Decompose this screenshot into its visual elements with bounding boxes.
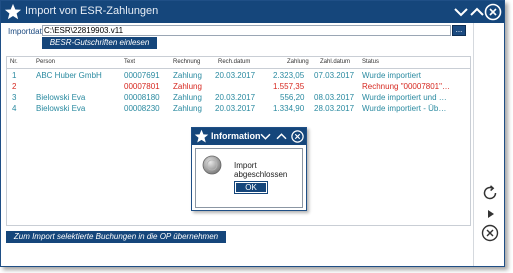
cell-zahldatum: 28.03.2017: [314, 104, 355, 113]
col-person: Person: [36, 59, 56, 65]
dialog-maximize-button[interactable]: [274, 129, 289, 144]
transfer-to-op-button[interactable]: Zum Import selektierte Buchungen in die …: [6, 231, 226, 243]
col-rechdatum: Rech.datum: [218, 59, 251, 65]
information-dialog: Information Import abgeschlossen OK: [191, 127, 307, 211]
cell-text: 00007691: [124, 71, 160, 80]
star-icon: [194, 129, 209, 143]
info-icon: [202, 155, 222, 175]
chevron-up-icon: [276, 133, 287, 140]
chevron-down-icon: [260, 133, 271, 140]
col-zahldatum: Zahl.datum: [320, 59, 351, 65]
cell-rechdatum: 20.03.2017: [215, 93, 256, 102]
window-title: Import von ESR-Zahlungen: [25, 5, 159, 17]
cell-status: Rechnung "00007801"…: [362, 82, 450, 91]
table-row[interactable]: 4 Bielowski Eva 00008230 Zahlung 20.03.2…: [7, 103, 470, 114]
refresh-icon: [483, 185, 497, 200]
cell-text: 00008180: [124, 93, 160, 102]
table-row[interactable]: 2 00007801 Zahlung 1.557,35 Rechnung "00…: [7, 81, 470, 92]
cell-nr: 2: [12, 82, 17, 91]
col-nr: Nr.: [10, 59, 18, 65]
table-header: Nr. Person Text Rechnung Rech.datum Zahl…: [7, 57, 470, 69]
browse-button[interactable]: ...: [452, 25, 466, 36]
dialog-body: Import abgeschlossen OK: [195, 148, 303, 208]
close-icon: [481, 224, 499, 242]
cell-zahlung: 2.323,05: [273, 71, 305, 80]
cell-rechnung: Zahlung: [173, 104, 202, 113]
col-zahlung: Zahlung: [287, 59, 309, 65]
cell-rechdatum: 20.03.2017: [215, 71, 256, 80]
ok-button[interactable]: OK: [234, 181, 268, 194]
cell-person: Bielowski Eva: [36, 104, 86, 113]
side-toolbar: [473, 23, 504, 266]
cell-person: ABC Huber GmbH: [36, 71, 102, 80]
cell-status: Wurde importiert und …: [362, 93, 447, 102]
play-icon: [488, 210, 494, 218]
table-row[interactable]: 1 ABC Huber GmbH 00007691 Zahlung 20.03.…: [7, 70, 470, 81]
import-file-label: Importdat: [8, 27, 42, 36]
refresh-button[interactable]: [480, 183, 500, 203]
col-status: Status: [362, 59, 380, 65]
cell-person: Bielowski Eva: [36, 93, 86, 102]
cell-nr: 4: [12, 104, 17, 113]
dialog-message: Import abgeschlossen: [234, 161, 288, 179]
cell-zahldatum: 08.03.2017: [314, 93, 355, 102]
import-file-input[interactable]: C:\ESR\22819903.v11: [42, 25, 451, 36]
dialog-minimize-button[interactable]: [258, 129, 273, 144]
cell-status: Wurde importiert - Üb…: [362, 104, 447, 113]
cell-rechnung: Zahlung: [173, 93, 202, 102]
titlebar: Import von ESR-Zahlungen: [1, 1, 504, 23]
close-button[interactable]: [483, 2, 503, 22]
cell-text: 00008230: [124, 104, 160, 113]
table-row[interactable]: 3 Bielowski Eva 00008180 Zahlung 20.03.2…: [7, 92, 470, 103]
cell-zahlung: 1.557,35: [273, 82, 305, 91]
cell-zahlung: 556,20: [280, 93, 305, 102]
cell-rechdatum: 20.03.2017: [215, 104, 256, 113]
star-icon: [4, 3, 22, 20]
cell-nr: 3: [12, 93, 17, 102]
play-button[interactable]: [480, 204, 500, 224]
dialog-title: Information: [211, 131, 261, 141]
cell-rechnung: Zahlung: [173, 82, 202, 91]
besr-read-button[interactable]: BESR-Gutschriften einlesen: [42, 37, 157, 49]
cell-status: Wurde importiert: [362, 71, 421, 80]
cell-text: 00007801: [124, 82, 160, 91]
cell-zahlung: 1.334,90: [273, 104, 305, 113]
close-icon: [291, 130, 304, 143]
col-rechnung: Rechnung: [173, 59, 201, 65]
dialog-close-button[interactable]: [290, 129, 305, 144]
cell-zahldatum: 07.03.2017: [314, 71, 355, 80]
cancel-button[interactable]: [480, 223, 500, 243]
col-text: Text: [124, 59, 136, 65]
close-icon: [484, 3, 502, 21]
dialog-titlebar: Information: [192, 128, 306, 145]
cell-rechnung: Zahlung: [173, 71, 202, 80]
cell-nr: 1: [12, 71, 17, 80]
